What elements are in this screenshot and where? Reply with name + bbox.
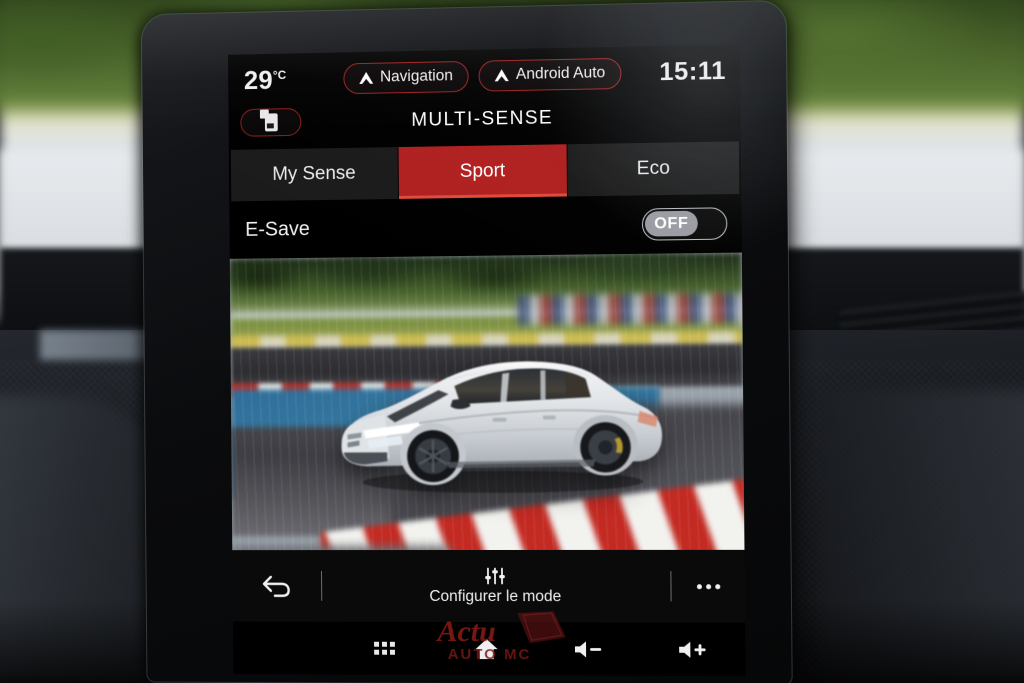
apps-button[interactable] [334,641,436,655]
infotainment-screen-bezel: 29°C Navigation Android Auto 15:11 MULTI… [141,0,792,683]
volume-up-icon [678,641,706,658]
volume-down-button[interactable] [538,637,641,661]
tab-my-sense[interactable]: My Sense [230,147,398,202]
esave-label: E-Save [245,217,310,241]
car-illustration [340,360,663,494]
infotainment-screen: 29°C Navigation Android Auto 15:11 MULTI… [228,44,746,677]
navigation-arrow-icon [494,69,509,82]
temperature-value: 29 [243,64,274,95]
esave-row: E-Save OFF [229,193,742,259]
home-button[interactable] [435,636,538,660]
configure-mode-button[interactable]: Configurer le mode [322,566,671,605]
tab-sport-label: Sport [459,160,506,183]
temperature-unit: °C [272,67,287,82]
volume-down-icon [575,640,602,657]
clock: 15:11 [659,56,727,86]
back-arrow-icon [262,573,292,599]
bottom-control-bar: Configurer le mode [232,549,746,623]
more-dots-icon [714,583,720,589]
outside-temperature: 29°C [238,63,325,95]
home-icon [475,637,497,659]
status-pill-group: Navigation Android Auto [324,57,640,94]
navigation-pill-label: Navigation [379,67,453,86]
dashboard-scene: 29°C Navigation Android Auto 15:11 MULTI… [0,0,1024,683]
system-nav-bar [232,621,746,677]
more-options-button[interactable] [671,583,744,589]
tab-eco[interactable]: Eco [567,141,740,197]
volume-up-button[interactable] [641,637,745,662]
android-auto-pill-label: Android Auto [515,64,606,83]
mode-hero-image [229,252,745,601]
mode-tabs: My Sense Sport Eco [228,141,742,202]
status-bar: 29°C Navigation Android Auto 15:11 [228,44,741,107]
tab-sport[interactable]: Sport [398,144,568,199]
navigation-pill[interactable]: Navigation [343,60,470,94]
tab-eco-label: Eco [636,157,670,180]
configure-mode-label: Configurer le mode [429,587,562,605]
more-dots-icon [696,583,702,589]
more-dots-icon [705,583,711,589]
navigation-arrow-icon [359,71,374,84]
esave-toggle-state: OFF [644,210,698,237]
hero-barrier [517,292,745,326]
back-button[interactable] [232,573,321,599]
esave-toggle[interactable]: OFF [641,207,728,241]
page-title: MULTI-SENSE [411,107,554,131]
android-auto-pill[interactable]: Android Auto [478,57,622,92]
tab-my-sense-label: My Sense [272,162,356,185]
apps-grid-icon [374,641,396,655]
sliders-icon [484,566,504,584]
